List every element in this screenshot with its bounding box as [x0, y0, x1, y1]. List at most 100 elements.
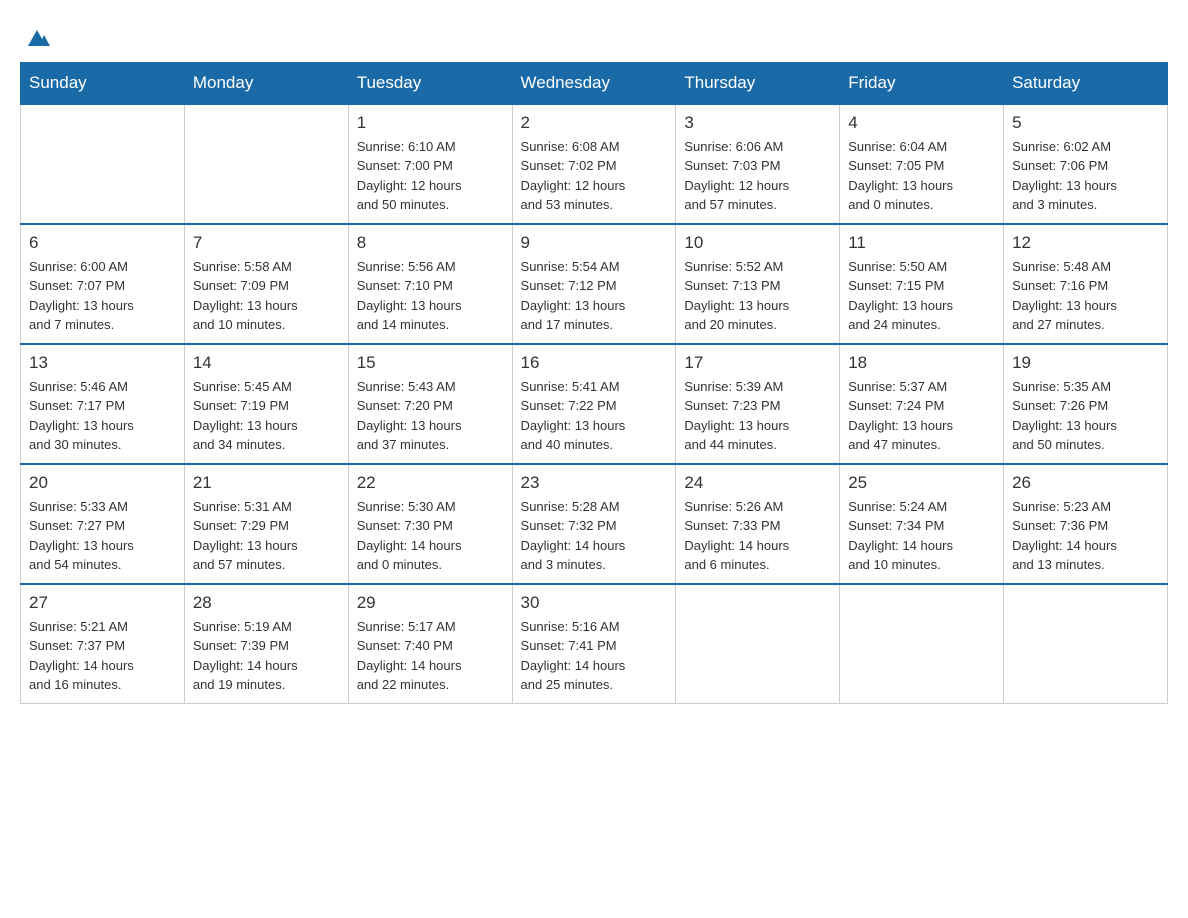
day-info: Sunrise: 5:54 AM Sunset: 7:12 PM Dayligh…: [521, 257, 668, 335]
day-info: Sunrise: 6:00 AM Sunset: 7:07 PM Dayligh…: [29, 257, 176, 335]
day-info: Sunrise: 5:56 AM Sunset: 7:10 PM Dayligh…: [357, 257, 504, 335]
calendar-week-row: 13 Sunrise: 5:46 AM Sunset: 7:17 PM Dayli…: [21, 344, 1168, 464]
calendar-cell: 3Sunrise: 6:06 AM Sunset: 7:03 PM Daylig…: [676, 104, 840, 224]
day-info: Sunrise: 5:50 AM Sunset: 7:15 PM Dayligh…: [848, 257, 995, 335]
calendar-cell: 13 Sunrise: 5:46 AM Sunset: 7:17 PM Dayli…: [21, 344, 185, 464]
day-info: Sunrise: 5:39 AM Sunset: 7:23 PM Dayligh…: [684, 377, 831, 455]
calendar-cell: 5 Sunrise: 6:02 AM Sunset: 7:06 PM Daylig…: [1004, 104, 1168, 224]
day-number: 8: [357, 233, 504, 253]
weekday-header-friday: Friday: [840, 63, 1004, 105]
calendar-cell: 20 Sunrise: 5:33 AM Sunset: 7:27 PM Dayli…: [21, 464, 185, 584]
day-number: 25: [848, 473, 995, 493]
day-number: 1: [357, 113, 504, 133]
calendar-cell: [1004, 584, 1168, 704]
calendar-cell: 12 Sunrise: 5:48 AM Sunset: 7:16 PM Dayli…: [1004, 224, 1168, 344]
day-info: Sunrise: 5:37 AM Sunset: 7:24 PM Dayligh…: [848, 377, 995, 455]
day-info: Sunrise: 6:10 AM Sunset: 7:00 PM Dayligh…: [357, 137, 504, 215]
day-number: 27: [29, 593, 176, 613]
calendar-week-row: 20 Sunrise: 5:33 AM Sunset: 7:27 PM Dayli…: [21, 464, 1168, 584]
day-number: 26: [1012, 473, 1159, 493]
day-info: Sunrise: 5:16 AM Sunset: 7:41 PM Dayligh…: [521, 617, 668, 695]
calendar-cell: [840, 584, 1004, 704]
day-number: 24: [684, 473, 831, 493]
day-info: Sunrise: 5:48 AM Sunset: 7:16 PM Dayligh…: [1012, 257, 1159, 335]
day-number: 13: [29, 353, 176, 373]
calendar-body: 1 Sunrise: 6:10 AM Sunset: 7:00 PM Daylig…: [21, 104, 1168, 703]
day-number: 4: [848, 113, 995, 133]
calendar-cell: [21, 104, 185, 224]
weekday-header-monday: Monday: [184, 63, 348, 105]
day-number: 17: [684, 353, 831, 373]
day-info: Sunrise: 5:46 AM Sunset: 7:17 PM Dayligh…: [29, 377, 176, 455]
day-info: Sunrise: 5:43 AM Sunset: 7:20 PM Dayligh…: [357, 377, 504, 455]
calendar-week-row: 6 Sunrise: 6:00 AM Sunset: 7:07 PM Daylig…: [21, 224, 1168, 344]
day-info: Sunrise: 5:41 AM Sunset: 7:22 PM Dayligh…: [521, 377, 668, 455]
day-number: 10: [684, 233, 831, 253]
day-number: 16: [521, 353, 668, 373]
calendar-cell: 6 Sunrise: 6:00 AM Sunset: 7:07 PM Daylig…: [21, 224, 185, 344]
calendar-week-row: 27 Sunrise: 5:21 AM Sunset: 7:37 PM Dayli…: [21, 584, 1168, 704]
day-info: Sunrise: 5:23 AM Sunset: 7:36 PM Dayligh…: [1012, 497, 1159, 575]
day-info: Sunrise: 5:26 AM Sunset: 7:33 PM Dayligh…: [684, 497, 831, 575]
day-info: Sunrise: 6:04 AM Sunset: 7:05 PM Dayligh…: [848, 137, 995, 215]
day-number: 3: [684, 113, 831, 133]
day-info: Sunrise: 5:30 AM Sunset: 7:30 PM Dayligh…: [357, 497, 504, 575]
day-number: 12: [1012, 233, 1159, 253]
calendar-cell: [184, 104, 348, 224]
day-number: 7: [193, 233, 340, 253]
calendar-header-row: SundayMondayTuesdayWednesdayThursdayFrid…: [21, 63, 1168, 105]
day-number: 6: [29, 233, 176, 253]
day-number: 14: [193, 353, 340, 373]
page-header: [20, 20, 1168, 52]
day-info: Sunrise: 5:35 AM Sunset: 7:26 PM Dayligh…: [1012, 377, 1159, 455]
day-info: Sunrise: 5:33 AM Sunset: 7:27 PM Dayligh…: [29, 497, 176, 575]
calendar-cell: 29 Sunrise: 5:17 AM Sunset: 7:40 PM Dayli…: [348, 584, 512, 704]
day-number: 9: [521, 233, 668, 253]
calendar-cell: 10 Sunrise: 5:52 AM Sunset: 7:13 PM Dayli…: [676, 224, 840, 344]
day-info: Sunrise: 5:17 AM Sunset: 7:40 PM Dayligh…: [357, 617, 504, 695]
weekday-header-wednesday: Wednesday: [512, 63, 676, 105]
day-number: 20: [29, 473, 176, 493]
calendar-cell: 24 Sunrise: 5:26 AM Sunset: 7:33 PM Dayli…: [676, 464, 840, 584]
calendar-cell: 14Sunrise: 5:45 AM Sunset: 7:19 PM Dayli…: [184, 344, 348, 464]
calendar-cell: 9 Sunrise: 5:54 AM Sunset: 7:12 PM Daylig…: [512, 224, 676, 344]
logo-icon: [22, 20, 52, 50]
day-number: 5: [1012, 113, 1159, 133]
day-number: 30: [521, 593, 668, 613]
day-info: Sunrise: 5:31 AM Sunset: 7:29 PM Dayligh…: [193, 497, 340, 575]
calendar-cell: 7 Sunrise: 5:58 AM Sunset: 7:09 PM Daylig…: [184, 224, 348, 344]
calendar-cell: 1 Sunrise: 6:10 AM Sunset: 7:00 PM Daylig…: [348, 104, 512, 224]
day-info: Sunrise: 5:58 AM Sunset: 7:09 PM Dayligh…: [193, 257, 340, 335]
calendar-cell: 28 Sunrise: 5:19 AM Sunset: 7:39 PM Dayli…: [184, 584, 348, 704]
calendar-cell: [676, 584, 840, 704]
day-info: Sunrise: 5:28 AM Sunset: 7:32 PM Dayligh…: [521, 497, 668, 575]
weekday-header-thursday: Thursday: [676, 63, 840, 105]
calendar-cell: 26 Sunrise: 5:23 AM Sunset: 7:36 PM Dayli…: [1004, 464, 1168, 584]
day-info: Sunrise: 6:02 AM Sunset: 7:06 PM Dayligh…: [1012, 137, 1159, 215]
day-number: 29: [357, 593, 504, 613]
day-number: 22: [357, 473, 504, 493]
day-info: Sunrise: 5:21 AM Sunset: 7:37 PM Dayligh…: [29, 617, 176, 695]
day-number: 11: [848, 233, 995, 253]
day-number: 2: [521, 113, 668, 133]
weekday-header-saturday: Saturday: [1004, 63, 1168, 105]
calendar-cell: 4 Sunrise: 6:04 AM Sunset: 7:05 PM Daylig…: [840, 104, 1004, 224]
day-info: Sunrise: 5:52 AM Sunset: 7:13 PM Dayligh…: [684, 257, 831, 335]
calendar-cell: 17 Sunrise: 5:39 AM Sunset: 7:23 PM Dayli…: [676, 344, 840, 464]
calendar-cell: 18 Sunrise: 5:37 AM Sunset: 7:24 PM Dayli…: [840, 344, 1004, 464]
day-number: 18: [848, 353, 995, 373]
calendar-cell: 30 Sunrise: 5:16 AM Sunset: 7:41 PM Dayli…: [512, 584, 676, 704]
calendar-cell: 25 Sunrise: 5:24 AM Sunset: 7:34 PM Dayli…: [840, 464, 1004, 584]
calendar-cell: 8 Sunrise: 5:56 AM Sunset: 7:10 PM Daylig…: [348, 224, 512, 344]
calendar-cell: 15 Sunrise: 5:43 AM Sunset: 7:20 PM Dayli…: [348, 344, 512, 464]
weekday-header-tuesday: Tuesday: [348, 63, 512, 105]
weekday-header-sunday: Sunday: [21, 63, 185, 105]
day-info: Sunrise: 5:19 AM Sunset: 7:39 PM Dayligh…: [193, 617, 340, 695]
calendar-cell: 11 Sunrise: 5:50 AM Sunset: 7:15 PM Dayli…: [840, 224, 1004, 344]
day-info: Sunrise: 5:24 AM Sunset: 7:34 PM Dayligh…: [848, 497, 995, 575]
calendar-cell: 2Sunrise: 6:08 AM Sunset: 7:02 PM Daylig…: [512, 104, 676, 224]
day-number: 28: [193, 593, 340, 613]
day-number: 15: [357, 353, 504, 373]
calendar-cell: 23Sunrise: 5:28 AM Sunset: 7:32 PM Dayli…: [512, 464, 676, 584]
calendar-table: SundayMondayTuesdayWednesdayThursdayFrid…: [20, 62, 1168, 704]
